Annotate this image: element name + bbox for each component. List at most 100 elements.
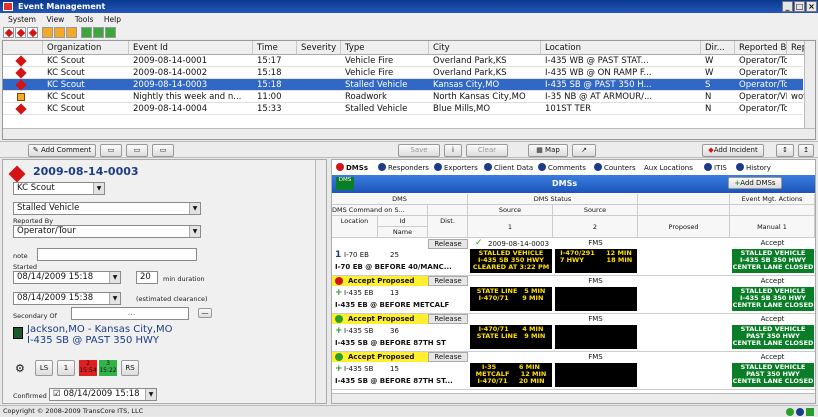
green-triangle-filter-icon[interactable] (105, 27, 116, 38)
event-type-select[interactable]: Stalled Vehicle ▼ (13, 202, 201, 215)
left-pane-scrollbar[interactable] (315, 160, 326, 403)
green-triangle-filter-icon[interactable] (93, 27, 104, 38)
tab-responders[interactable]: Responders (378, 162, 429, 174)
green-triangle-filter-icon[interactable] (81, 27, 92, 38)
tab-exporters[interactable]: Exporters (434, 162, 478, 174)
red-diamond-filter-icon[interactable] (27, 27, 38, 38)
clearance-datetime-picker[interactable]: 08/14/2009 15:38 ▼ (13, 292, 121, 305)
save-button[interactable]: Save (398, 144, 440, 157)
dms-id: 36 (390, 327, 399, 335)
reported-by-select[interactable]: Operator/Tour ▼ (13, 225, 201, 238)
close-button[interactable]: × (806, 1, 817, 12)
dms-id: 25 (390, 251, 399, 259)
source-text: FMS (588, 277, 603, 285)
grid-header[interactable]: Reported By (735, 41, 787, 55)
table-cell: I-435 WB @ PAST STAT... (545, 56, 649, 66)
accept-proposed-button[interactable]: Accept Proposed (332, 276, 428, 286)
lane-2-closed[interactable]: 2 15:54 (79, 360, 97, 376)
table-cell: N (705, 104, 712, 114)
dms-proposed-message: STALLED VEHICLE I-435 SB 350 HWY CENTER … (732, 249, 814, 273)
grid-horizontal-scrollbar[interactable] (3, 128, 815, 139)
tab-aux-locations[interactable]: Aux Locations (644, 162, 693, 174)
lane-3-open[interactable]: 3 15:22 (99, 360, 117, 376)
grid-header[interactable]: Event Id (129, 41, 253, 55)
tab-comments[interactable]: Comments (538, 162, 586, 174)
incident-diamond-icon (8, 165, 26, 183)
confirmed-datetime-picker[interactable]: ☑ 08/14/2009 15:18 ▼ (49, 388, 157, 401)
table-cell: 15:33 (257, 104, 282, 114)
table-row[interactable]: KC Scout 2009-08-14-0003 15:18 Stalled Vehi… (3, 79, 803, 91)
tab-counters[interactable]: Counters (594, 162, 636, 174)
table-row[interactable]: KC Scout 2009-08-14-0004 15:33 Stalled Vehi… (3, 103, 803, 115)
table-row[interactable]: KC Scout 2009-08-14-0002 15:18 Vehicle Fire… (3, 67, 803, 79)
clear-button[interactable]: Clear (466, 144, 508, 157)
lane-1[interactable]: 1 (57, 360, 75, 376)
lane-right-shoulder[interactable]: RS (121, 360, 139, 376)
accept-proposed-button[interactable]: Accept Proposed (332, 314, 428, 324)
organization-select[interactable]: KC Scout ▼ (13, 182, 105, 195)
sort-button[interactable]: ↕ (776, 144, 794, 157)
info-button[interactable]: i (444, 144, 462, 157)
dms-horizontal-scrollbar[interactable] (332, 393, 815, 403)
roadwork-filter-icon[interactable] (66, 27, 77, 38)
col-dms-status: DMS Status (468, 194, 638, 205)
add-incident-button[interactable]: ◆Add Incident (702, 144, 764, 157)
grid-header[interactable]: Location (541, 41, 701, 55)
tab-dmss[interactable]: DMSs (336, 162, 368, 174)
lane-left-shoulder[interactable]: LS (35, 360, 53, 376)
grid-header[interactable]: Severity (297, 41, 341, 55)
tab-itis[interactable]: ITIS (704, 162, 727, 174)
grid-header[interactable]: City (429, 41, 541, 55)
release-button[interactable]: Release (428, 314, 468, 324)
sort-button[interactable]: ↥ (798, 144, 814, 157)
confirmed-checkbox[interactable]: ☑ (53, 389, 63, 399)
tab-history[interactable]: History (736, 162, 771, 174)
menu-system[interactable]: System (8, 15, 36, 24)
chart-button[interactable]: ↗ (572, 144, 596, 157)
secondary-of-input[interactable]: ... (71, 307, 189, 320)
remove-secondary-button[interactable]: — (198, 308, 212, 318)
table-row[interactable]: KC Scout Nightly this week and n... 11:00 R… (3, 91, 805, 103)
note-input[interactable] (37, 248, 197, 261)
grid-vertical-scrollbar[interactable] (804, 41, 815, 129)
menu-help[interactable]: Help (104, 15, 121, 24)
table-cell: 2009-08-14-0004 (133, 104, 208, 114)
col-dms: DMS (332, 194, 468, 205)
release-button[interactable]: Release (428, 276, 468, 286)
menu-tools[interactable]: Tools (75, 15, 93, 24)
grid-header[interactable]: Time (253, 41, 297, 55)
roadwork-filter-icon[interactable] (42, 27, 53, 38)
col-sort[interactable] (428, 205, 468, 216)
accept-proposed-button[interactable]: Accept Proposed (332, 352, 428, 362)
menu-view[interactable]: View (47, 15, 65, 24)
grid-header[interactable]: Organization (43, 41, 129, 55)
action-bar: ✎ Add Comment ▭ ▭ ▭ Save i Clear ▦ Map ↗… (0, 141, 818, 158)
red-diamond-filter-icon[interactable] (3, 27, 14, 38)
command-status-text: 2009-08-14-0003 (488, 240, 550, 248)
grid-header[interactable]: Dir... (701, 41, 735, 55)
red-diamond-filter-icon[interactable] (15, 27, 26, 38)
toolbar-button[interactable]: ▭ (152, 144, 174, 157)
release-button[interactable]: Release (428, 352, 468, 362)
status-info-icon (796, 408, 804, 416)
grid-header[interactable]: Repo (787, 41, 805, 55)
toolbar-button[interactable]: ▭ (126, 144, 148, 157)
roadwork-filter-icon[interactable] (54, 27, 65, 38)
add-dmss-button[interactable]: +Add DMSs (728, 177, 782, 189)
map-button[interactable]: ▦ Map (528, 144, 568, 157)
table-row[interactable]: KC Scout 2009-08-14-0001 15:17 Vehicle Fire… (3, 55, 803, 67)
maximize-button[interactable]: □ (794, 1, 805, 12)
add-comment-button[interactable]: ✎ Add Comment (28, 144, 96, 157)
toolbar-button[interactable]: ▭ (100, 144, 122, 157)
lane-diagram-icon[interactable]: ⚙ (15, 362, 25, 375)
status-dot-icon (335, 353, 343, 361)
duration-input[interactable]: 20 (136, 271, 158, 284)
col-command[interactable]: DMS Command on S... (332, 205, 428, 216)
minimize-button[interactable]: _ (782, 1, 793, 12)
dms-pane: DMSs Responders Exporters Client Data Co… (331, 159, 816, 404)
release-button[interactable]: Release (428, 239, 468, 249)
grid-header[interactable]: Type (341, 41, 429, 55)
start-datetime-picker[interactable]: 08/14/2009 15:18 ▼ (13, 271, 121, 284)
tab-client-data[interactable]: Client Data (484, 162, 533, 174)
dms-message-1: STATE LINE 5 MIN I-470/71 9 MIN (470, 287, 552, 311)
